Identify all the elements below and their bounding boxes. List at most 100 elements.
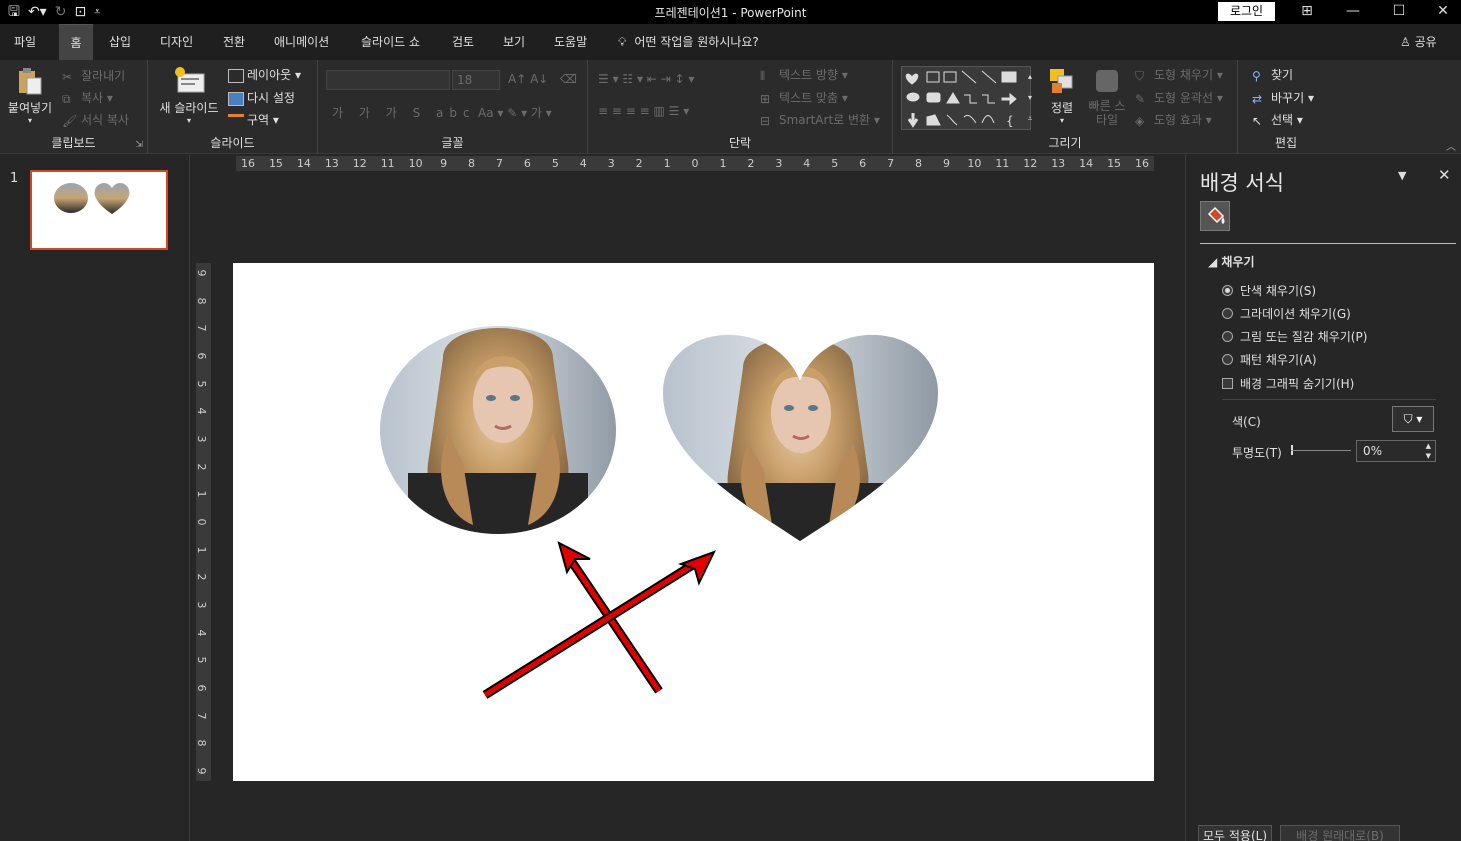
arrange-button[interactable]: 정렬 ▾ — [1043, 66, 1081, 125]
ruler-tick-label: 16 — [241, 157, 255, 170]
ruler-tick-label: 13 — [324, 157, 339, 170]
find-button[interactable]: ⚲ 찾기 — [1252, 66, 1293, 83]
pattern-fill-radio[interactable]: 패턴 채우기(A) — [1222, 351, 1317, 368]
collapse-ribbon-icon[interactable]: ︿ — [1446, 138, 1456, 153]
ruler-tick-label: 1 — [663, 157, 671, 170]
transparency-slider[interactable] — [1291, 445, 1351, 455]
ellipse-photo[interactable] — [373, 323, 623, 553]
text-direction-button[interactable]: ⫴ 텍스트 방향 ▾ — [760, 66, 848, 83]
close-pane-icon[interactable]: ✕ — [1438, 166, 1451, 184]
color-picker-button[interactable]: ⛉ ▾ — [1392, 406, 1434, 432]
effects-icon: ◈ — [1135, 113, 1145, 128]
ruler-tick-label: 5 — [831, 157, 839, 170]
slide-thumbnail[interactable] — [30, 170, 168, 250]
arrange-icon — [1050, 69, 1073, 93]
paste-button[interactable]: 붙여넣기 ▾ — [4, 66, 56, 125]
ruler-tick-label: 2 — [635, 157, 643, 170]
align-buttons[interactable]: ≡ ≡ ≡ ≡ ▥ ☰ ▾ — [598, 104, 689, 118]
apply-to-all-button[interactable]: 모두 적용(L) — [1198, 825, 1272, 841]
tab-insert[interactable]: 삽입 — [105, 24, 135, 60]
slide-canvas[interactable] — [233, 263, 1154, 781]
layout-button[interactable]: 레이아웃 ▾ — [228, 66, 301, 83]
solid-fill-radio[interactable]: 단색 채우기(S) — [1222, 282, 1316, 299]
align-text-button[interactable]: ⊞ 텍스트 맞춤 ▾ — [760, 89, 848, 106]
ruler-tick-label: 3 — [607, 157, 615, 170]
radio-dot — [1222, 308, 1233, 319]
grow-font-icon[interactable]: A↑ A↓ — [508, 72, 548, 86]
shape-fill-button[interactable]: ⛉ 도형 채우기 ▾ — [1135, 66, 1223, 83]
list-buttons[interactable]: ☰ ▾ ☷ ▾ ⇤ ⇥ ↕ ▾ — [598, 72, 694, 86]
ruler-tick-label: 4 — [195, 407, 208, 415]
pane-options-icon[interactable]: ▼ — [1398, 169, 1406, 182]
brush-icon: 🖌︎ — [62, 113, 78, 128]
section-icon — [228, 113, 244, 128]
tab-view[interactable]: 보기 — [499, 24, 529, 60]
slide-number: 1 — [10, 171, 19, 186]
pane-divider — [1200, 243, 1456, 244]
clear-format-icon[interactable]: ⌫ — [560, 72, 577, 86]
ribbon-display-options-icon[interactable]: ⊞ — [1284, 0, 1330, 24]
tab-slideshow[interactable]: 슬라이드 쇼 — [357, 24, 424, 60]
fill-category-tab[interactable] — [1200, 201, 1230, 231]
section-divider — [1222, 399, 1436, 400]
shape-effects-button[interactable]: ◈ 도형 효과 ▾ — [1135, 111, 1212, 128]
reset-background-button[interactable]: 배경 원래대로(B) — [1280, 825, 1400, 841]
font-format-buttons[interactable]: 가 가 가 S abc — [332, 104, 476, 121]
gradient-fill-radio[interactable]: 그라데이션 채우기(G) — [1222, 305, 1351, 322]
shape-outline-button[interactable]: ✎ 도형 윤곽선 ▾ — [1135, 89, 1223, 106]
vertical-ruler: 9 8 7 6 5 4 3 2 1 0 1 2 3 4 5 6 7 8 9 — [195, 263, 211, 781]
smartart-icon: ⊟ — [760, 113, 771, 128]
paragraph-label: 단락 — [728, 136, 752, 150]
ruler-tick-label: 1 — [195, 546, 208, 554]
quick-styles-button[interactable]: 빠른 스타일 — [1087, 66, 1127, 127]
font-name-box[interactable] — [326, 70, 450, 90]
font-size-box[interactable]: 18 — [452, 70, 500, 90]
tab-review[interactable]: 검토 — [448, 24, 478, 60]
new-slide-button[interactable]: 새 슬라이드 ▾ — [156, 66, 222, 125]
ruler-tick-label: 4 — [195, 629, 208, 637]
login-button[interactable]: 로그인 — [1218, 2, 1275, 21]
layout-icon — [228, 68, 244, 83]
ruler-tick-label: 14 — [1079, 157, 1094, 170]
ruler-tick-label: 12 — [352, 157, 367, 170]
select-button[interactable]: ↖ 선택 ▾ — [1252, 111, 1303, 128]
find-icon: ⚲ — [1252, 68, 1261, 83]
copy-button[interactable]: ⧉ 복사 ▾ — [62, 89, 113, 106]
fill-section-header[interactable]: ◢ 채우기 — [1208, 253, 1255, 270]
minimize-icon[interactable]: — — [1330, 0, 1376, 24]
dialog-launcher-icon[interactable]: ⇲ — [135, 140, 143, 150]
picture-fill-radio[interactable]: 그림 또는 질감 채우기(P) — [1222, 328, 1367, 345]
spinner-icon[interactable]: ▲ ▼ — [1426, 441, 1431, 461]
tab-file[interactable]: 파일 — [10, 24, 40, 60]
shapes-gallery-icons: { — [905, 70, 1017, 128]
heart-photo[interactable] — [658, 318, 943, 553]
shapes-gallery-scroll[interactable]: ▴ ▾ ⩡ — [1023, 66, 1037, 130]
shapes-gallery[interactable]: { — [901, 66, 1031, 130]
arrow-to-heart[interactable] — [482, 550, 716, 699]
cut-button[interactable]: ✂ 잘라내기 — [62, 67, 125, 84]
tab-design[interactable]: 디자인 — [156, 24, 197, 60]
section-button[interactable]: 구역 ▾ — [228, 111, 279, 128]
smartart-button[interactable]: ⊟ SmartArt로 변환 ▾ — [760, 111, 880, 128]
replace-button[interactable]: ⇄ 바꾸기 ▾ — [1252, 89, 1314, 106]
format-painter-button[interactable]: 🖌︎ 서식 복사 — [62, 111, 129, 128]
close-window-icon[interactable]: ✕ — [1420, 0, 1461, 24]
share-button[interactable]: ♙ 공유 — [1400, 24, 1437, 60]
scissors-icon: ✂ — [62, 69, 73, 84]
radio-dot — [1222, 331, 1233, 342]
ruler-tick-label: 2 — [195, 573, 208, 581]
transparency-input[interactable]: 0% ▲ ▼ — [1356, 440, 1436, 462]
tab-home[interactable]: 홈 — [59, 24, 93, 60]
ruler-tick-label: 14 — [296, 157, 311, 170]
hide-background-graphics-checkbox[interactable]: 배경 그래픽 숨기기(H) — [1222, 375, 1354, 392]
tab-help[interactable]: 도움말 — [550, 24, 591, 60]
tab-transitions[interactable]: 전환 — [219, 24, 249, 60]
font-color-buttons[interactable]: Aa ▾ ✎ ▾ 가 ▾ — [478, 104, 552, 121]
ruler-tick-label: 12 — [1023, 157, 1038, 170]
reset-button[interactable]: 다시 설정 — [228, 89, 295, 106]
tell-me-search[interactable]: 💡︎ 어떤 작업을 원하시나요? — [618, 24, 759, 60]
ruler-tick-label: 8 — [195, 297, 208, 305]
maximize-icon[interactable]: ☐ — [1376, 0, 1422, 24]
tab-animations[interactable]: 애니메이션 — [270, 24, 333, 60]
slide-content — [373, 318, 943, 699]
